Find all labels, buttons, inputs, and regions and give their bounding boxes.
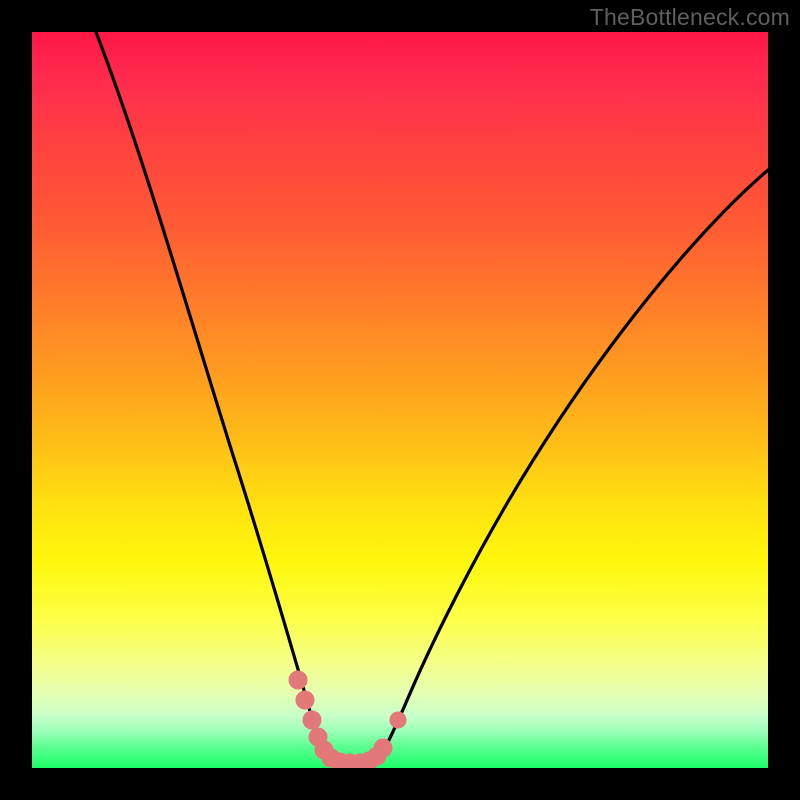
bottleneck-curve (96, 32, 768, 764)
highlight-range (289, 671, 406, 768)
curve-layer (32, 32, 768, 768)
watermark-text: TheBottleneck.com (590, 4, 790, 31)
plot-area (32, 32, 768, 768)
chart-frame: TheBottleneck.com (0, 0, 800, 800)
